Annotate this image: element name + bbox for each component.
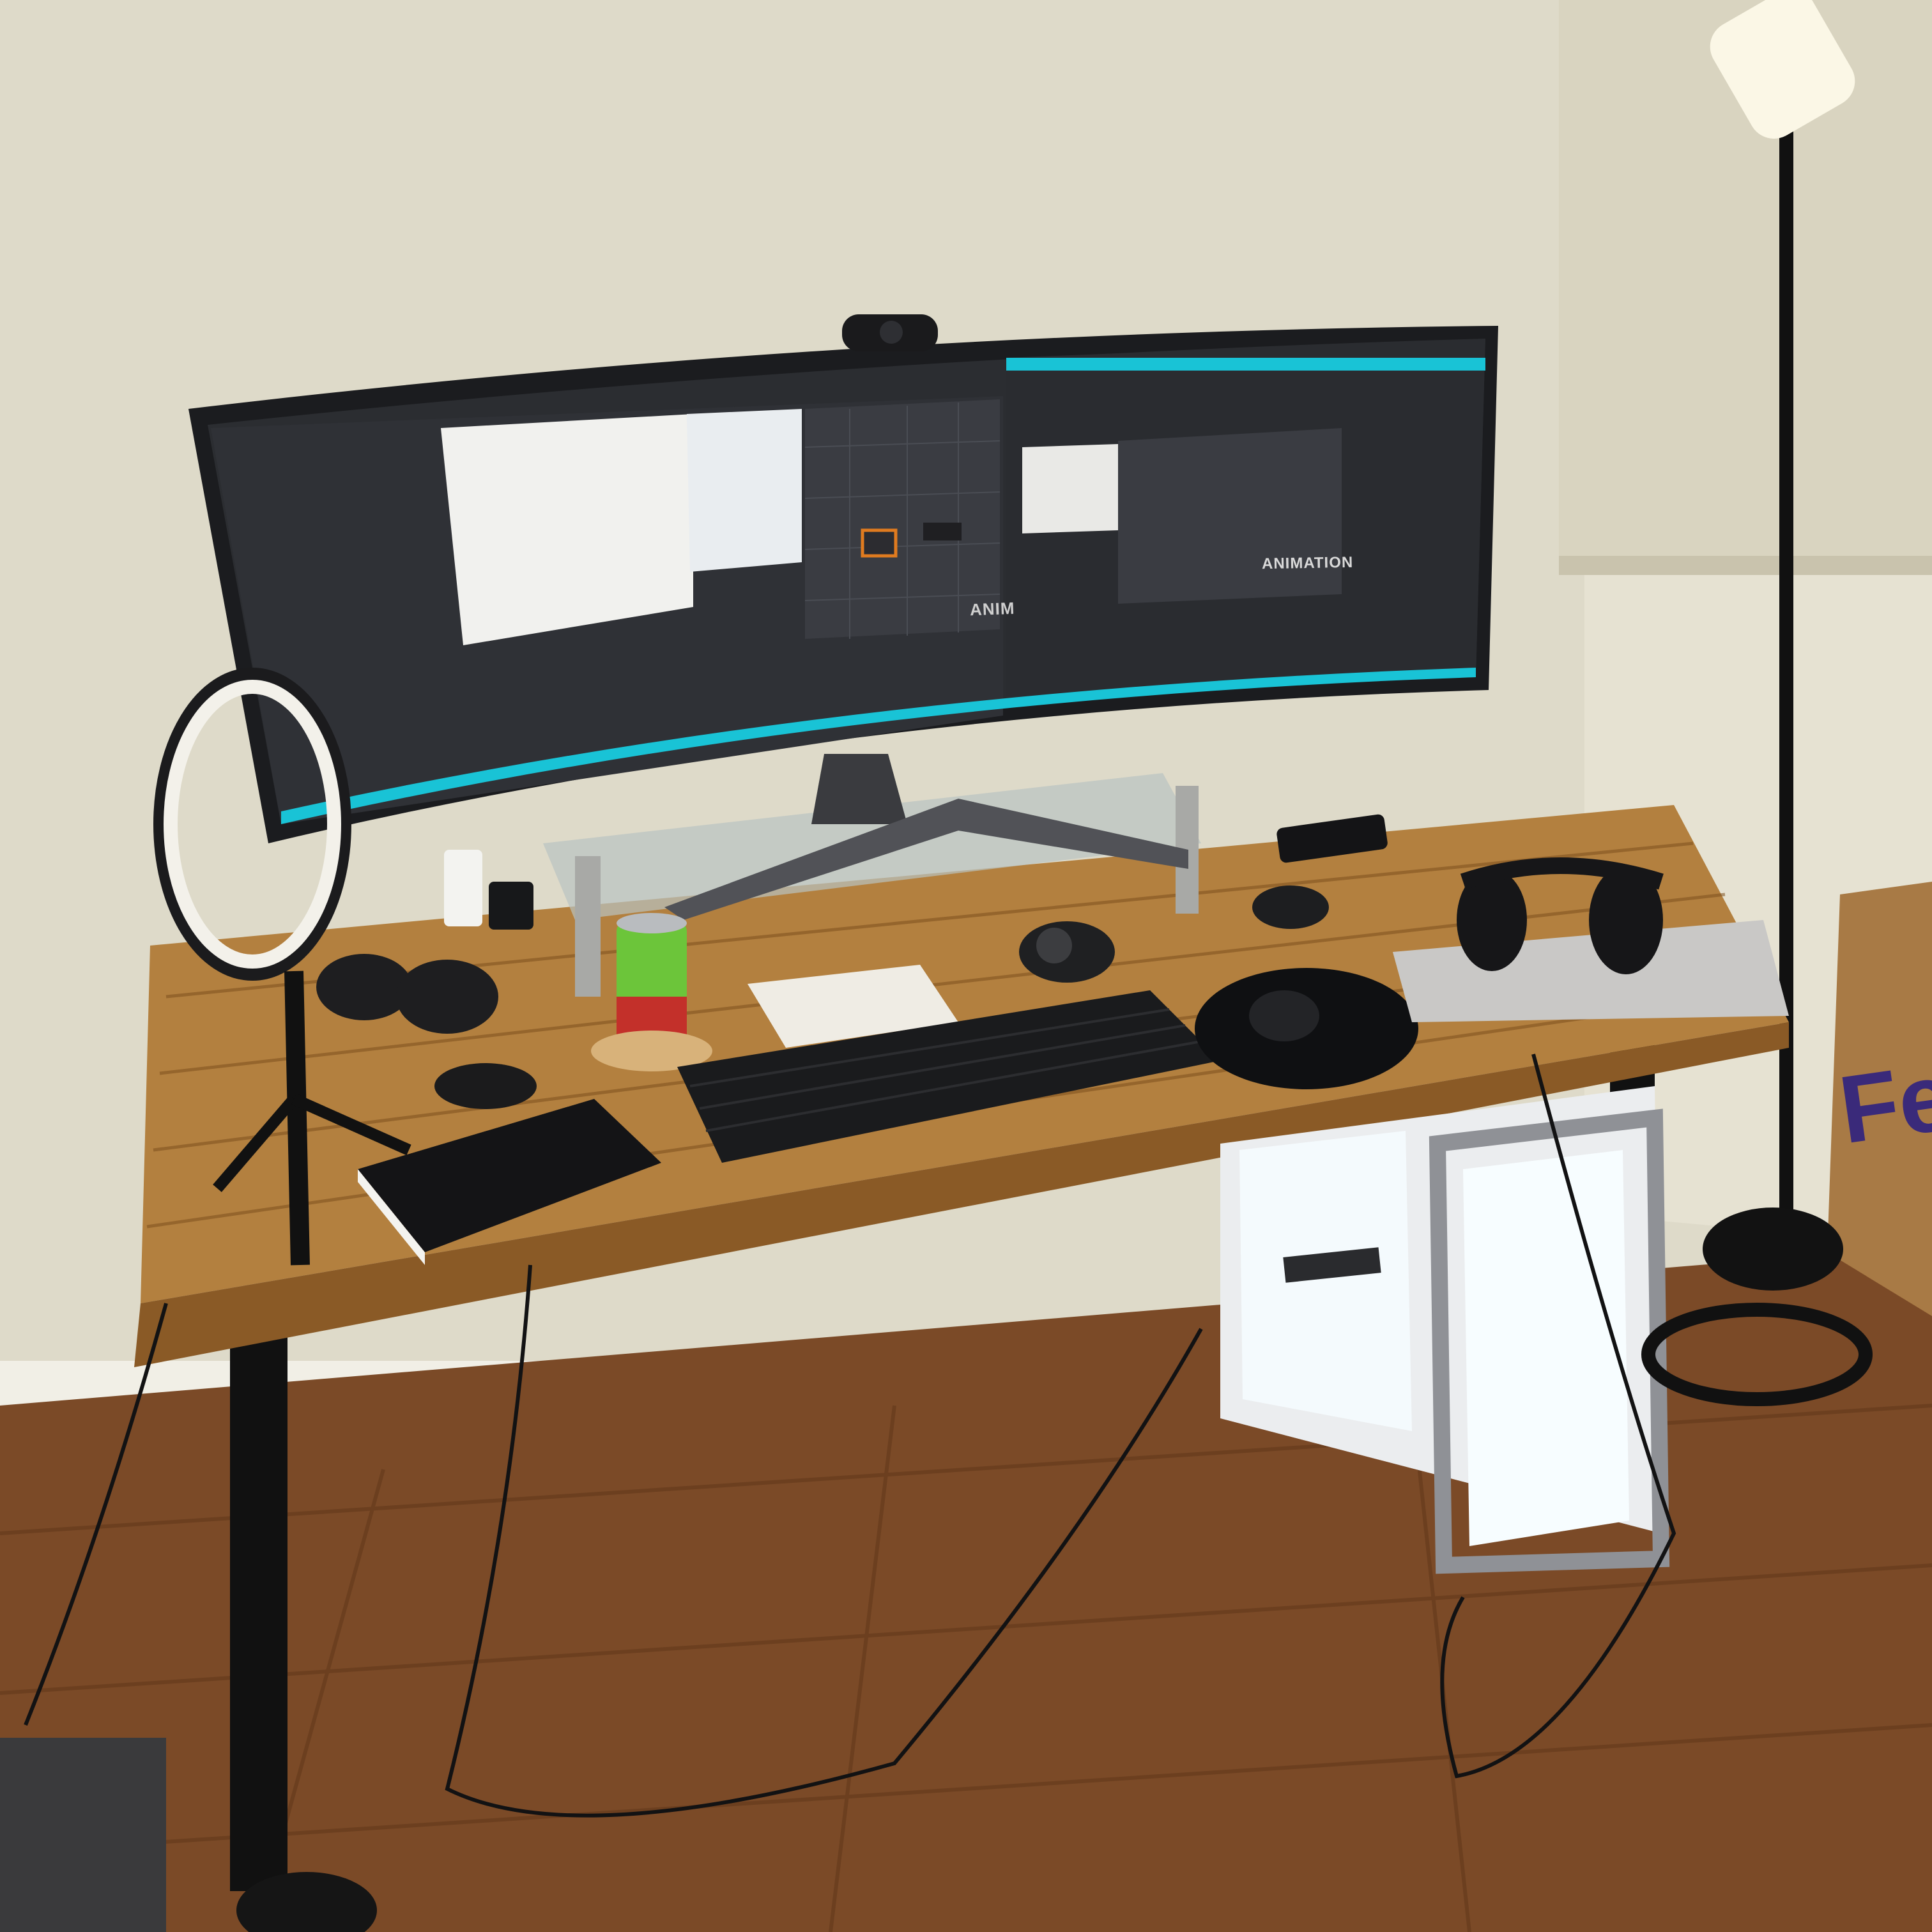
pc-case-front-glow — [1463, 1150, 1629, 1546]
floor-lamp-base — [1703, 1208, 1843, 1291]
desk-leg-left — [230, 1316, 288, 1891]
mouse — [1249, 990, 1319, 1041]
screen-viewport — [441, 414, 693, 645]
pc-case-window — [1239, 1131, 1412, 1431]
charging-pad — [434, 1063, 537, 1109]
headphones-left — [316, 954, 412, 1020]
mouse-2 — [1252, 885, 1329, 929]
power-strip — [444, 850, 482, 926]
monitor-left-label: ANIM — [969, 598, 1015, 620]
monitor-right-label: ANIMATION — [1261, 553, 1354, 573]
graph-node-2 — [923, 523, 962, 540]
graph-node-1 — [861, 528, 898, 558]
floor-clutter — [0, 1738, 166, 1932]
floor-lamp-pole — [1779, 102, 1793, 1252]
ring-light-tripod — [284, 970, 310, 1266]
desk-setup-photo — [0, 0, 1932, 1932]
box-brand-text: Fe — [1833, 1041, 1932, 1164]
